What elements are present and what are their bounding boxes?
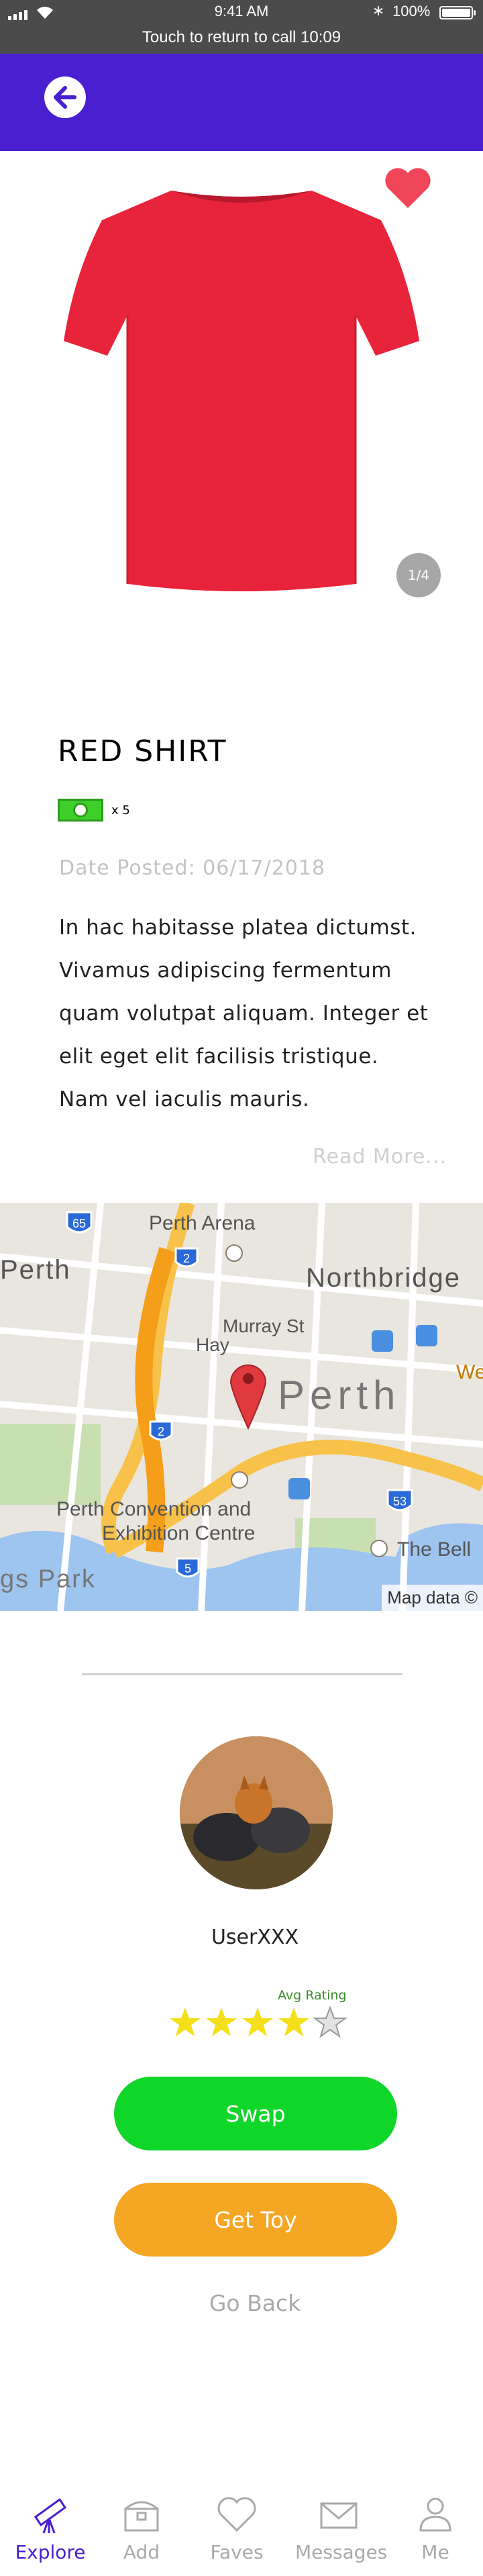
map-label-murray-st: Murray St [223, 1316, 305, 1336]
battery-percent: 100% [392, 3, 431, 19]
bottom-tab-bar: Explore Add Faves Messages Me [0, 2483, 483, 2576]
bus-station-icon[interactable] [288, 1478, 310, 1499]
svg-text:2: 2 [183, 1252, 190, 1265]
product-image[interactable] [60, 188, 423, 604]
product-description: In hac habitasse platea dictumst. Vivamu… [59, 915, 429, 1111]
call-banner[interactable]: Touch to return to call 10:09 [0, 28, 483, 47]
map-label-convention-1: Perth Convention and [56, 1498, 252, 1520]
route-shield-2b-icon: 2 [149, 1420, 173, 1441]
route-shield-53-icon: 53 [386, 1489, 413, 1512]
svg-text:2: 2 [158, 1425, 164, 1438]
tab-faves-label: Faves [210, 2541, 264, 2563]
avg-rating-label: Avg Rating [278, 1988, 347, 2003]
status-bar: 9:41 AM Touch to return to call 10:09 ∗ … [0, 0, 483, 54]
location-pin-icon[interactable] [227, 1356, 270, 1430]
route-shield-65-icon: 65 [66, 1211, 93, 1234]
tab-explore-label: Explore [15, 2541, 86, 2563]
map-label-hay: Hay [196, 1334, 229, 1355]
tab-me-label: Me [421, 2541, 449, 2563]
map-attribution: Map data © [382, 1585, 483, 1611]
train-station-icon[interactable] [372, 1330, 393, 1352]
map-label-convention-2: Exhibition Centre [102, 1522, 256, 1544]
seller-username[interactable]: UserXXX [0, 1926, 483, 1949]
svg-text:65: 65 [72, 1217, 86, 1230]
back-arrow-icon [54, 86, 76, 109]
price-quantity: x 5 [111, 803, 130, 818]
map-label-perth-west: Perth [0, 1255, 71, 1285]
price-row: x 5 [58, 799, 130, 822]
avatar[interactable] [180, 1736, 333, 1889]
telescope-icon [34, 2497, 67, 2534]
cash-icon [58, 799, 103, 822]
app-header [0, 54, 483, 151]
tab-messages[interactable]: Messages [295, 2493, 388, 2563]
date-posted: Date Posted: 06/17/2018 [59, 856, 326, 880]
battery-icon [439, 6, 476, 19]
svg-text:53: 53 [393, 1495, 407, 1508]
map-label-perth-arena: Perth Arena [149, 1212, 256, 1234]
product-title: RED SHIRT [58, 734, 227, 769]
user-profile-icon [419, 2497, 451, 2532]
get-toy-button[interactable]: Get Toy [114, 2183, 397, 2257]
tab-faves[interactable]: Faves [193, 2493, 280, 2563]
map-label-perth-city: Perth [278, 1373, 401, 1418]
favorite-heart-icon[interactable] [384, 166, 432, 209]
star-filled-icon [170, 2008, 201, 2036]
location-map[interactable]: Perth Arena Perth Northbridge Murray St … [0, 1203, 483, 1611]
swap-button[interactable]: Swap [114, 2077, 397, 2150]
rating-stars [168, 2005, 347, 2040]
tab-explore[interactable]: Explore [7, 2493, 94, 2563]
bluetooth-icon: ∗ [372, 3, 385, 19]
read-more-link[interactable]: Read More... [313, 1145, 447, 1169]
envelope-icon [320, 2502, 358, 2529]
route-shield-5-icon: 5 [176, 1557, 200, 1578]
star-filled-icon [242, 2008, 273, 2036]
route-shield-2-icon: 2 [174, 1247, 199, 1268]
image-page-indicator: 1/4 [396, 553, 441, 597]
map-label-northbridge: Northbridge [306, 1263, 462, 1293]
tab-me[interactable]: Me [392, 2493, 479, 2563]
star-filled-icon [278, 2008, 309, 2036]
tab-add-label: Add [123, 2541, 160, 2563]
map-label-gs-park: gs Park [0, 1565, 96, 1593]
section-divider [82, 1673, 402, 1675]
svg-text:5: 5 [184, 1562, 191, 1575]
tab-add[interactable]: Add [98, 2493, 185, 2563]
toy-chest-icon [124, 2501, 159, 2532]
map-label-the-bell: The Bell [397, 1538, 472, 1561]
star-empty-icon [313, 2005, 347, 2038]
star-filled-icon [206, 2008, 237, 2036]
back-button[interactable] [44, 77, 86, 118]
tab-messages-label: Messages [295, 2541, 388, 2563]
poi-bell-icon[interactable] [370, 1540, 388, 1557]
heart-outline-icon [217, 2497, 256, 2532]
map-label-we: We [456, 1361, 483, 1383]
poi-convention-icon[interactable] [231, 1471, 248, 1489]
fox-photo [180, 1736, 333, 1889]
go-back-link[interactable]: Go Back [0, 2290, 483, 2316]
poi-arena-icon[interactable] [225, 1244, 243, 1262]
train-station-2-icon[interactable] [416, 1325, 437, 1346]
